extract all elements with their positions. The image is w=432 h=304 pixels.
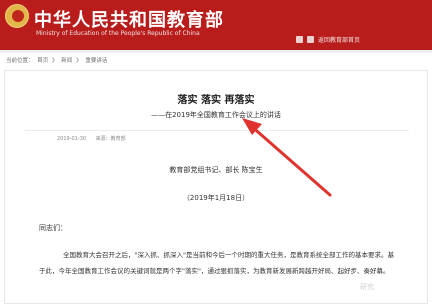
greeting: 同志们：	[39, 224, 67, 232]
header-divider	[0, 50, 432, 53]
body-paragraph: 全国教育大会召开之后，"深入抓、抓深入"是当前和今后一个时期的重大任务，是教育系…	[39, 251, 394, 275]
breadcrumb: 当前位置： 首页 》 新闻 》 重要讲话	[6, 56, 109, 64]
home-link[interactable]: 返回教育部首页	[318, 35, 360, 44]
breadcrumb-home[interactable]: 首页	[37, 58, 48, 64]
breadcrumb-sep: 》	[52, 58, 58, 64]
article-source: 来源：教育部	[95, 136, 126, 142]
article-date: 2019-01-30	[57, 136, 87, 142]
page: 中华人民共和国教育部 Ministry of Education of the …	[0, 0, 432, 304]
article-subtitle: ——在2019年全国教育工作会议上的讲话	[151, 111, 281, 119]
article-panel: 落实 落实 再落实 ——在2019年全国教育工作会议上的讲话 2019-01-3…	[4, 70, 428, 304]
breadcrumb-speech[interactable]: 重要讲话	[85, 58, 107, 64]
meta-divider	[25, 130, 409, 131]
watermark: 研究	[360, 283, 374, 291]
site-subtitle: Ministry of Education of the People's Re…	[36, 30, 200, 37]
breadcrumb-sep: 》	[76, 58, 82, 64]
site-title[interactable]: 中华人民共和国教育部	[34, 6, 224, 32]
home-icon[interactable]	[296, 36, 303, 43]
mobile-icon[interactable]	[307, 36, 314, 43]
speech-date: （2019年1月18日）	[182, 194, 250, 202]
site-header: 中华人民共和国教育部 Ministry of Education of the …	[0, 0, 432, 50]
article-author: 教育部党组书记、部长 陈宝生	[169, 166, 263, 174]
article-title: 落实 落实 再落实	[177, 95, 255, 106]
breadcrumb-news[interactable]: 新闻	[61, 58, 72, 64]
national-emblem-icon	[5, 4, 29, 28]
breadcrumb-label: 当前位置：	[6, 58, 34, 64]
article-meta: 2019-01-30 来源：教育部	[57, 135, 134, 142]
